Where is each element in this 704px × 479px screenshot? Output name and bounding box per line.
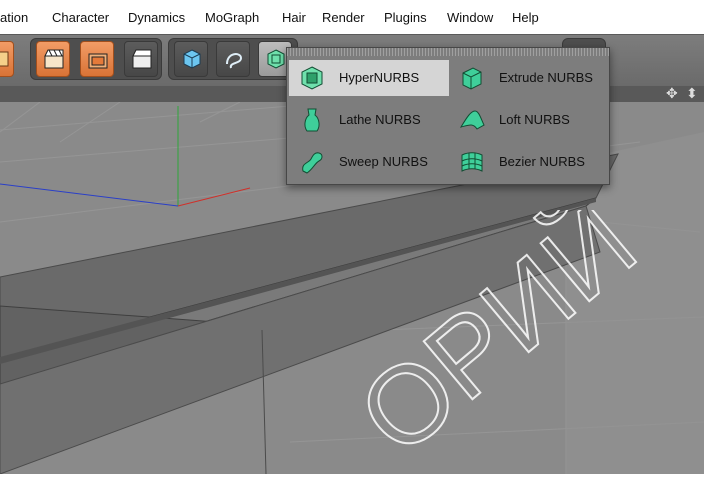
scroll-view-icon[interactable]: ⬍ bbox=[686, 85, 698, 102]
loft-nurbs-icon bbox=[459, 110, 485, 130]
menu-render[interactable]: Render bbox=[322, 10, 365, 25]
lathe-nurbs-icon bbox=[304, 108, 320, 132]
popup-item-loft-nurbs[interactable]: Loft NURBS bbox=[449, 102, 609, 138]
menu-dynamics[interactable]: Dynamics bbox=[128, 10, 185, 25]
move-view-icon[interactable]: ✥ bbox=[666, 85, 678, 102]
menu-bar: ation Character Dynamics MoGraph Hair Re… bbox=[0, 0, 704, 34]
sweep-nurbs-icon bbox=[302, 152, 323, 174]
popup-drag-handle[interactable] bbox=[287, 48, 609, 56]
menu-animation[interactable]: ation bbox=[0, 10, 28, 25]
popup-item-label: Lathe NURBS bbox=[339, 112, 421, 127]
extrude-nurbs-icon bbox=[462, 67, 482, 90]
popup-item-label: Extrude NURBS bbox=[499, 70, 593, 85]
popup-item-lathe-nurbs[interactable]: Lathe NURBS bbox=[289, 102, 449, 138]
popup-item-bezier-nurbs[interactable]: Bezier NURBS bbox=[449, 144, 609, 180]
bezier-nurbs-icon bbox=[461, 152, 483, 172]
x-axis bbox=[177, 187, 251, 207]
menu-help[interactable]: Help bbox=[512, 10, 539, 25]
clapper-settings-icon bbox=[132, 49, 152, 69]
nurbs-icon bbox=[267, 49, 285, 69]
popup-item-label: HyperNURBS bbox=[339, 70, 420, 85]
cube-icon bbox=[183, 49, 201, 69]
z-axis bbox=[0, 183, 179, 207]
hypernurbs-icon bbox=[301, 66, 323, 90]
popup-item-label: Bezier NURBS bbox=[499, 154, 585, 169]
menu-character[interactable]: Character bbox=[52, 10, 109, 25]
popup-item-label: Sweep NURBS bbox=[339, 154, 428, 169]
spline-button[interactable] bbox=[216, 41, 250, 77]
popup-item-sweep-nurbs[interactable]: Sweep NURBS bbox=[289, 144, 449, 180]
menu-mograph[interactable]: MoGraph bbox=[205, 10, 259, 25]
clapper-icon bbox=[44, 49, 64, 69]
spline-icon bbox=[226, 53, 243, 69]
render-view-button[interactable] bbox=[36, 41, 70, 77]
nurbs-popup-menu: HyperNURBS Extrude NURBS Lathe NURBS Lof… bbox=[286, 47, 610, 185]
toolbar-button-partial[interactable] bbox=[0, 41, 14, 77]
popup-item-extrude-nurbs[interactable]: Extrude NURBS bbox=[449, 60, 609, 96]
menu-window[interactable]: Window bbox=[447, 10, 493, 25]
popup-item-hypernurbs[interactable]: HyperNURBS bbox=[289, 60, 449, 96]
clapper-viewer-icon bbox=[88, 53, 108, 69]
popup-item-label: Loft NURBS bbox=[499, 112, 570, 127]
menu-hair[interactable]: Hair bbox=[282, 10, 306, 25]
menu-plugins[interactable]: Plugins bbox=[384, 10, 427, 25]
render-settings-button[interactable] bbox=[124, 41, 158, 77]
object-icon bbox=[0, 51, 9, 67]
render-picture-viewer-button[interactable] bbox=[80, 41, 114, 77]
cube-button[interactable] bbox=[174, 41, 208, 77]
